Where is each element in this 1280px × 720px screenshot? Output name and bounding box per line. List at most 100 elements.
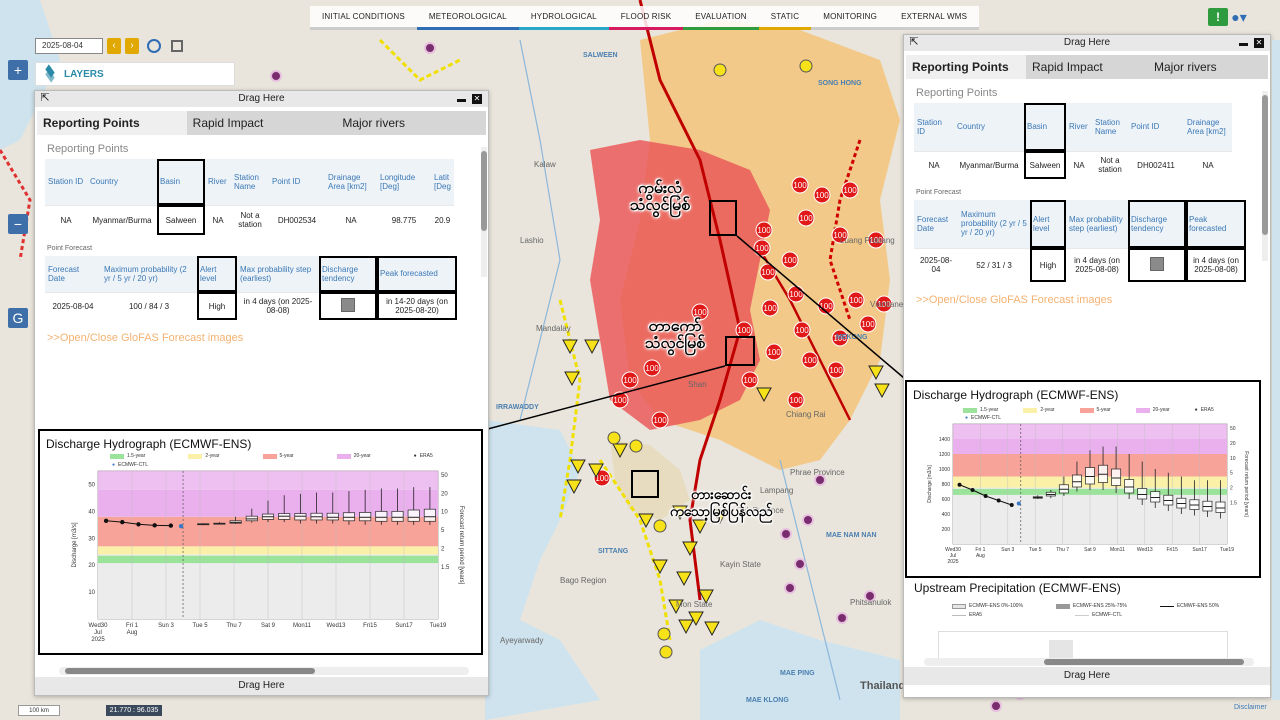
forecast-header-cell: Discharge tendency xyxy=(1128,200,1186,248)
precip-title: Upstream Precipitation (ECMWF-ENS) xyxy=(914,581,1121,595)
zoom-in-button[interactable]: + xyxy=(8,60,28,80)
drag-handle-top[interactable]: ⇱ Drag Here ✕ xyxy=(35,91,488,107)
forecast-data-row: 2025-08-04 52 / 31 / 3 High in 4 days (o… xyxy=(914,247,1246,282)
clock-icon[interactable] xyxy=(147,39,161,53)
y2-tick-label: 2 xyxy=(441,546,445,552)
forecast-header-cell: Alert level xyxy=(1030,200,1066,248)
drag-handle-bottom[interactable]: Drag Here xyxy=(35,677,488,695)
tab-rapid-impact[interactable]: Rapid Impact xyxy=(1026,55,1148,79)
previous-date-button[interactable]: ‹ xyxy=(107,38,121,54)
minimize-button[interactable] xyxy=(1239,43,1248,46)
drag-handle-bottom[interactable]: Drag Here xyxy=(904,667,1270,685)
nav-initial-conditions[interactable]: INITIAL CONDITIONS xyxy=(310,6,417,30)
x-tick-label: Sun 3 xyxy=(158,623,174,629)
forecast-header-cell: Forecast Date xyxy=(45,256,101,292)
forecast-cell: 2025-08-04 xyxy=(914,247,958,282)
chart-legend: 1.5-year 2-year 5-year 20-year ● ERA5 xyxy=(963,407,1214,413)
panel-scrollbar[interactable] xyxy=(481,147,487,277)
box-body xyxy=(1085,467,1095,485)
tab-reporting-points[interactable]: Reporting Points xyxy=(906,55,1026,79)
close-button[interactable]: ✕ xyxy=(1254,38,1264,48)
nav-flood-risk[interactable]: FLOOD RISK xyxy=(608,6,684,30)
date-input[interactable]: 2025-08-04 xyxy=(35,38,103,54)
x-tick-label: Aug xyxy=(127,630,138,636)
nav-static[interactable]: STATIC xyxy=(758,6,812,30)
calendar-icon[interactable] xyxy=(171,40,183,52)
warning-icon[interactable]: ! xyxy=(1208,8,1228,26)
glofas-images-link[interactable]: >>Open/Close GloFAS Forecast images xyxy=(47,332,488,344)
x-tick-label: Fri15 xyxy=(1166,547,1178,553)
right-hydrograph: Discharge Hydrograph (ECMWF-ENS) 1.5-yea… xyxy=(905,380,1261,578)
x-tick-label: Mon11 xyxy=(1110,547,1125,553)
nav-hydrological[interactable]: HYDROLOGICAL xyxy=(518,6,609,30)
user-icon[interactable]: ●▾ xyxy=(1228,8,1250,26)
forecast-cell: 2025-08-04 xyxy=(45,291,101,320)
glofas-images-link[interactable]: >>Open/Close GloFAS Forecast images xyxy=(916,294,1270,306)
box-body xyxy=(1071,474,1082,488)
section-title: Reporting Points xyxy=(916,87,998,99)
y-tick-label: 50 xyxy=(88,482,95,488)
y-tick-label: 1000 xyxy=(939,467,950,473)
legend-label: ERA5 xyxy=(969,612,983,618)
x-tick-label: 2025 xyxy=(91,637,105,643)
box-body xyxy=(391,510,404,522)
forecast-header-cell: Max probability step (earliest) xyxy=(1066,200,1128,248)
zoom-out-button[interactable]: − xyxy=(8,214,28,234)
x-tick-label: Sat 9 xyxy=(1084,547,1096,553)
right-edge-map xyxy=(1272,40,1280,700)
y2-tick-label: 2 xyxy=(1230,486,1233,492)
tab-reporting-points[interactable]: Reporting Points xyxy=(37,111,187,135)
google-layer-button[interactable]: G xyxy=(8,308,28,328)
station-header-cell: Country xyxy=(87,159,157,205)
y2-tick-label: 10 xyxy=(1230,456,1236,462)
tendency-chart-icon[interactable] xyxy=(1150,257,1164,272)
station-header-cell: Drainage Area [km2] xyxy=(1184,103,1232,151)
box-body xyxy=(1111,468,1122,486)
y2-tick-label: 20 xyxy=(1230,441,1236,447)
y-tick-label: 40 xyxy=(88,509,95,515)
nav-monitoring[interactable]: MONITORING xyxy=(811,6,890,30)
forecast-header-cell: Max probability step (earliest) xyxy=(237,256,319,292)
nav-external-wms[interactable]: EXTERNAL WMS xyxy=(889,6,980,30)
panel-hscrollbar[interactable] xyxy=(924,658,1254,666)
minimize-button[interactable] xyxy=(457,99,466,102)
x-tick-label: Sun17 xyxy=(395,623,413,629)
ctl-point xyxy=(1016,501,1021,506)
hydrograph-title: Discharge Hydrograph (ECMWF-ENS) xyxy=(913,388,1119,402)
era5-point xyxy=(970,488,975,492)
close-button[interactable]: ✕ xyxy=(472,94,482,104)
forecast-cell-tendency xyxy=(319,291,377,320)
y-tick-label: 600 xyxy=(942,497,951,503)
panel-hscrollbar[interactable] xyxy=(59,667,469,675)
layers-toggle[interactable]: LAYERS xyxy=(35,62,235,86)
precip-legend: ECMWF-ENS 0%-100% ECMWF-ENS 25%-75% ECMW… xyxy=(952,603,1219,609)
expand-icon[interactable]: ⇱ xyxy=(908,37,920,49)
station-cell: Myanmar/Burma xyxy=(87,204,157,235)
expand-icon[interactable]: ⇱ xyxy=(39,93,51,105)
legend-label: 2-year xyxy=(205,453,220,459)
forecast-header-row: Forecast Date Maximum probability (2 yr … xyxy=(914,200,1246,248)
nav-evaluation[interactable]: EVALUATION xyxy=(683,6,759,30)
x-tick-label: Fri 1 xyxy=(126,623,139,629)
drag-handle-top[interactable]: ⇱ Drag Here ✕ xyxy=(904,35,1270,51)
station-data-row: NA Myanmar/Burma Salween NA Not a statio… xyxy=(45,204,454,235)
x-tick-label: Wed13 xyxy=(327,623,347,629)
next-date-button[interactable]: › xyxy=(125,38,139,54)
forecast-cell-alert: High xyxy=(197,291,237,320)
y2-tick-label: 20 xyxy=(441,491,448,497)
x-tick-label: 2025 xyxy=(947,559,958,565)
station-header-cell: Station Name xyxy=(231,159,269,205)
panel-tabs: Reporting Points Rapid Impact Major rive… xyxy=(906,55,1268,79)
x-tick-label: Thu 7 xyxy=(226,623,242,629)
forecast-cell-tendency xyxy=(1128,247,1186,282)
disclaimer-link[interactable]: Disclaimer xyxy=(1234,704,1267,711)
tab-major-rivers[interactable]: Major rivers xyxy=(1148,55,1268,79)
panel-scrollbar[interactable] xyxy=(1262,91,1268,261)
station-cell: Myanmar/Burma xyxy=(954,150,1024,179)
y2-axis-label: Forecast return period [years] xyxy=(1243,451,1249,517)
tendency-chart-icon[interactable] xyxy=(341,298,355,313)
tab-rapid-impact[interactable]: Rapid Impact xyxy=(186,111,337,135)
nav-meteorological[interactable]: METEOROLOGICAL xyxy=(416,6,519,30)
station-cell: Not a station xyxy=(1092,150,1128,179)
tab-major-rivers[interactable]: Major rivers xyxy=(336,111,487,135)
